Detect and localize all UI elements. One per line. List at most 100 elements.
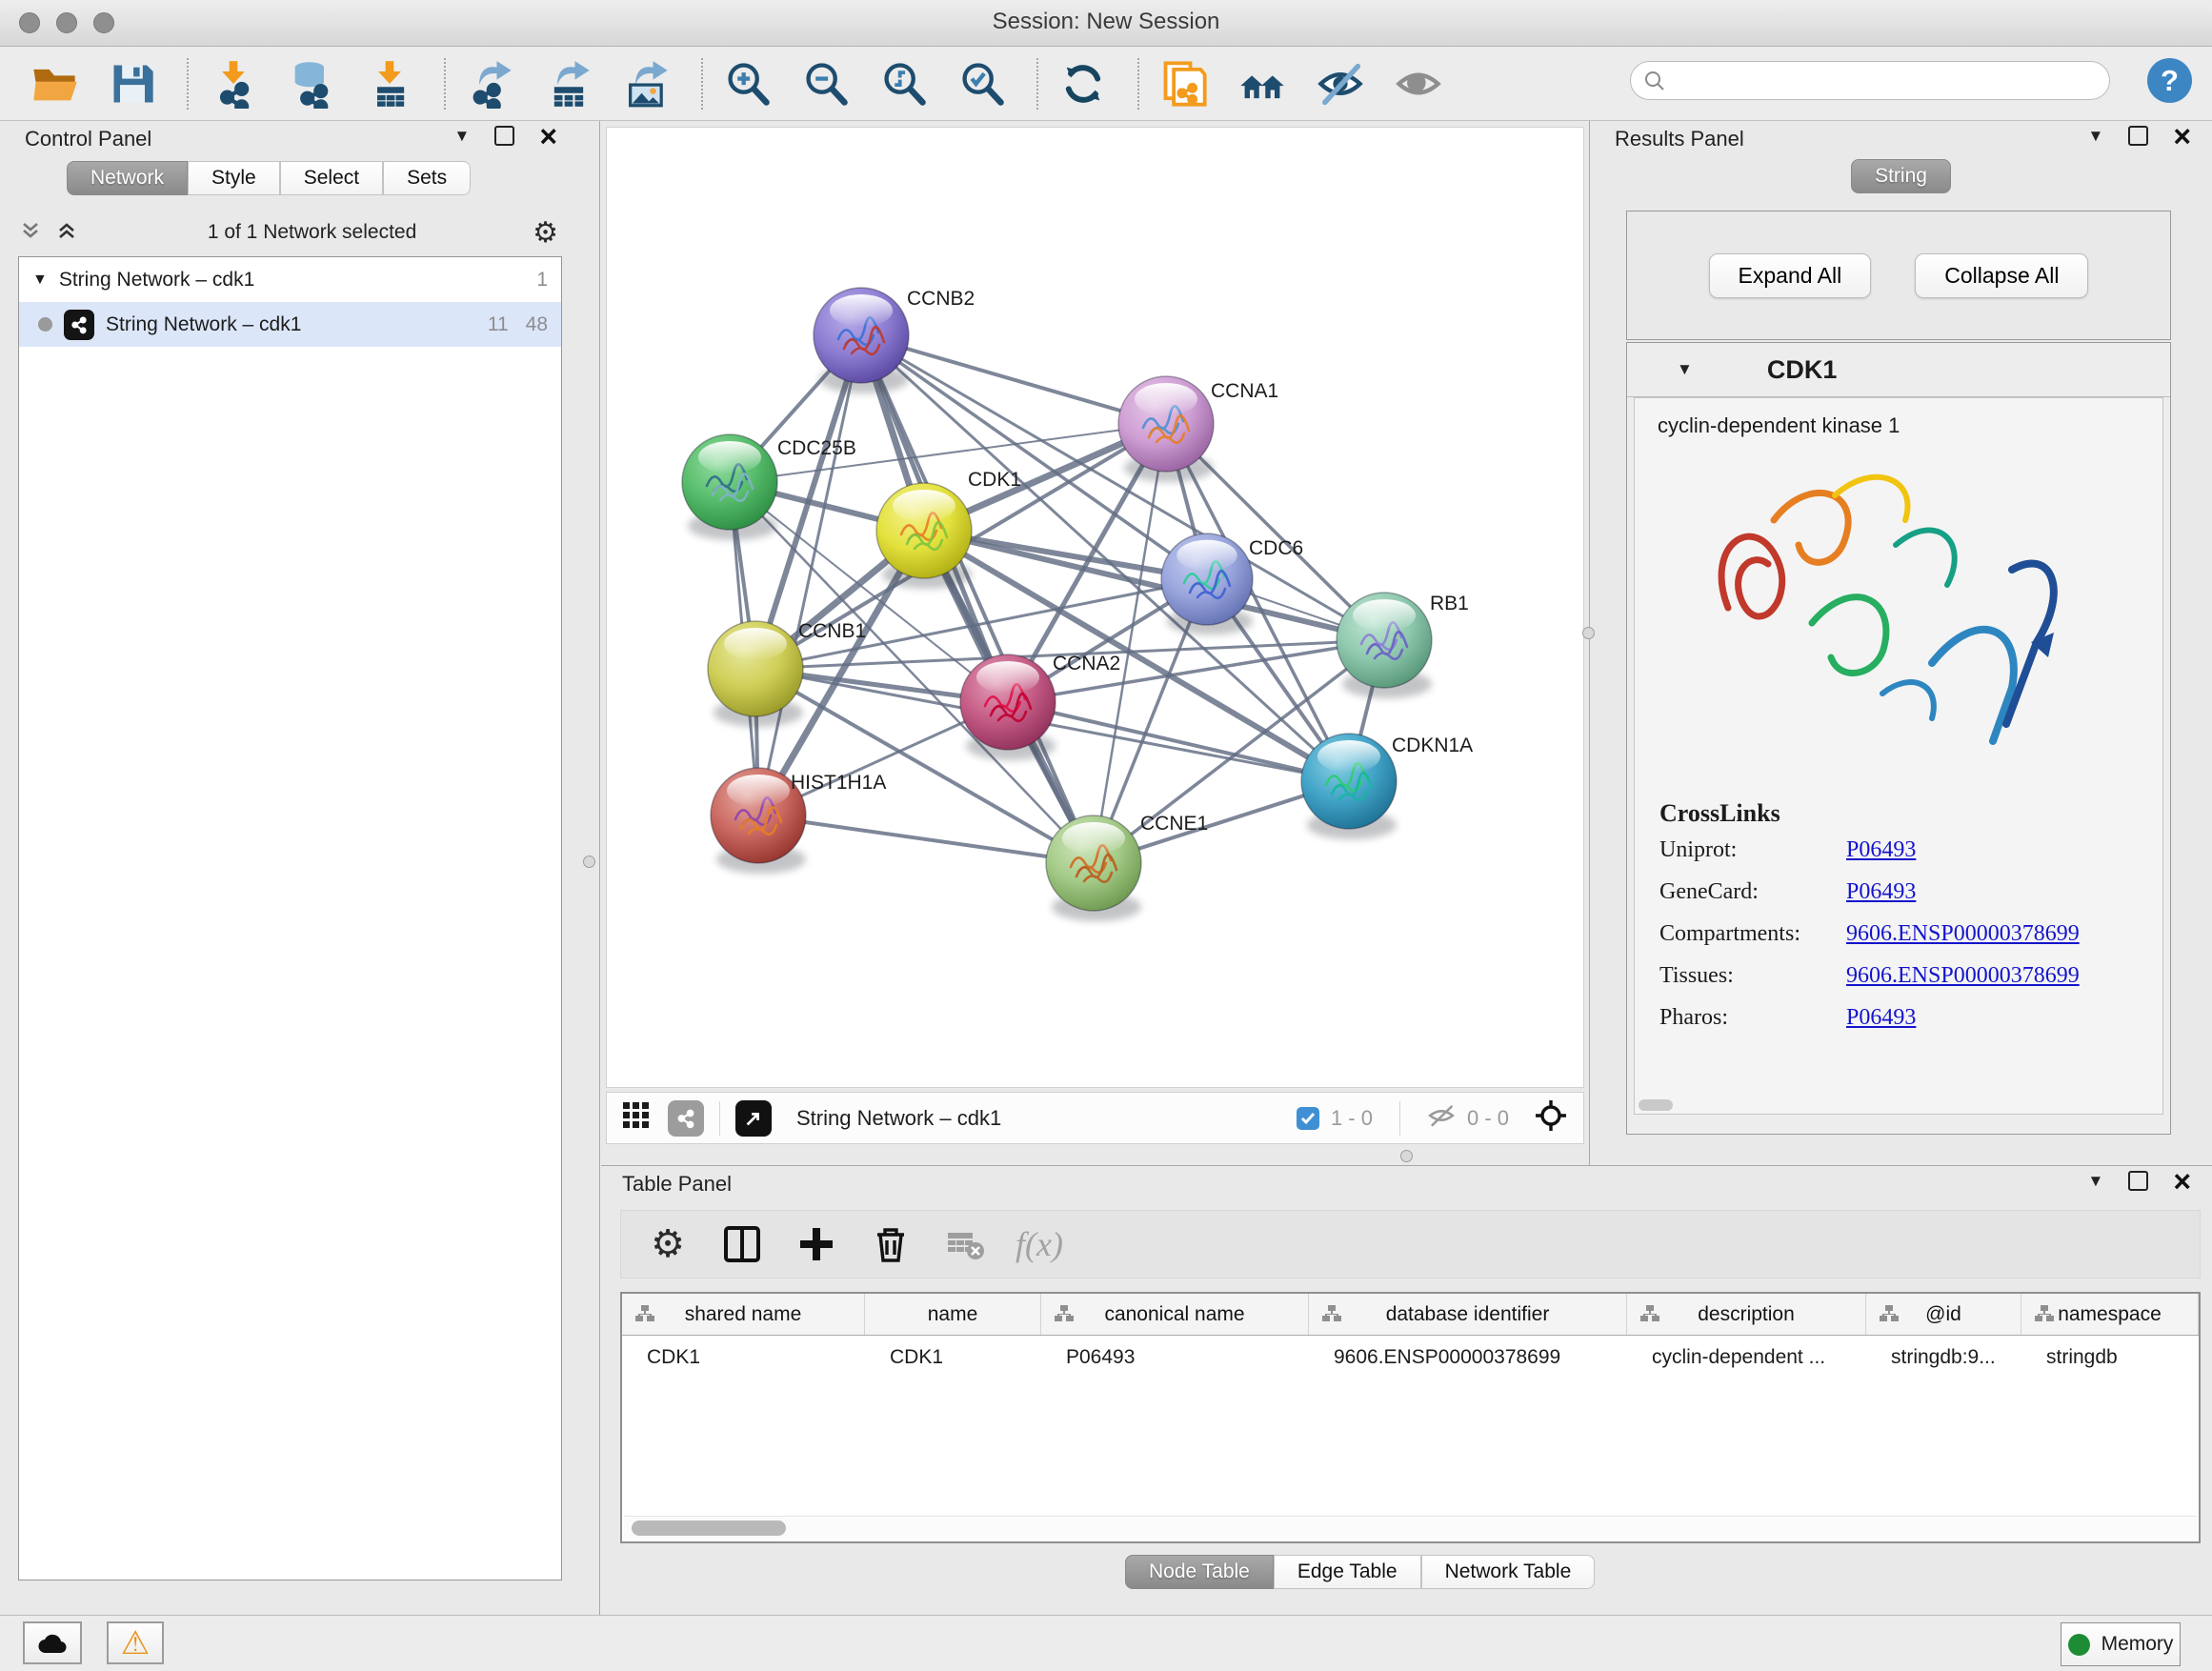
network-edge[interactable] bbox=[1008, 702, 1349, 781]
expand-all-icon[interactable] bbox=[55, 219, 78, 247]
network-edge[interactable] bbox=[758, 335, 861, 815]
scrollbar-thumb[interactable] bbox=[632, 1520, 786, 1536]
float-panel-icon[interactable] bbox=[494, 126, 514, 146]
panel-menu-icon[interactable]: ▼ bbox=[2087, 1172, 2103, 1191]
close-panel-icon[interactable]: × bbox=[2173, 1172, 2191, 1191]
network-node-ccna1[interactable]: CCNA1 bbox=[1118, 376, 1278, 482]
crosslink-link[interactable]: P06493 bbox=[1846, 837, 1916, 863]
float-panel-icon[interactable] bbox=[2128, 126, 2148, 146]
export-image-icon[interactable] bbox=[621, 58, 673, 110]
minimize-window-button[interactable] bbox=[56, 12, 77, 33]
collapse-entry-icon[interactable]: ▼ bbox=[1677, 360, 1693, 379]
search-input[interactable] bbox=[1666, 69, 2109, 92]
detach-view-icon[interactable] bbox=[735, 1100, 772, 1137]
table-row[interactable]: CDK1CDK1P064939606.ENSP00000378699cyclin… bbox=[622, 1336, 2199, 1379]
close-panel-icon[interactable]: × bbox=[2173, 127, 2191, 146]
crosslink-link[interactable]: 9606.ENSP00000378699 bbox=[1846, 963, 2080, 989]
network-row[interactable]: String Network – cdk1 11 48 bbox=[19, 302, 561, 347]
memory-button[interactable]: Memory bbox=[2061, 1622, 2181, 1666]
delete-table-icon[interactable] bbox=[939, 1218, 991, 1270]
zoom-fit-icon[interactable] bbox=[878, 58, 930, 110]
network-canvas[interactable]: CCNB2CCNA1CDC25BCDK1CDC6RB1CCNB1CCNA2CDK… bbox=[606, 127, 1584, 1088]
column-header-shared-name[interactable]: shared name bbox=[622, 1294, 865, 1335]
save-session-icon[interactable] bbox=[107, 58, 158, 110]
tab-node-table[interactable]: Node Table bbox=[1125, 1555, 1274, 1589]
network-edge[interactable] bbox=[758, 815, 1094, 863]
function-builder-icon[interactable]: f(x) bbox=[1014, 1218, 1065, 1270]
first-neighbors-icon[interactable] bbox=[1237, 58, 1288, 110]
hide-selected-icon[interactable] bbox=[1315, 58, 1366, 110]
network-edge[interactable] bbox=[861, 335, 1094, 863]
toolbar-separator bbox=[1036, 58, 1038, 110]
open-session-icon[interactable] bbox=[29, 58, 80, 110]
network-node-hist1h1a[interactable]: HIST1H1A bbox=[711, 768, 886, 874]
tab-select[interactable]: Select bbox=[280, 161, 383, 195]
export-table-icon[interactable] bbox=[543, 58, 594, 110]
import-network-file-icon[interactable] bbox=[208, 58, 259, 110]
zoom-selected-icon[interactable] bbox=[956, 58, 1008, 110]
column-header-namespace[interactable]: namespace bbox=[2021, 1294, 2199, 1335]
network-node-cdc6[interactable]: CDC6 bbox=[1161, 534, 1303, 634]
left-splitter-handle[interactable] bbox=[583, 856, 595, 868]
network-node-cdk1[interactable]: CDK1 bbox=[876, 469, 1021, 589]
network-collection-row[interactable]: ▼ String Network – cdk1 1 bbox=[19, 257, 561, 302]
network-node-cdc25b[interactable]: CDC25B bbox=[682, 434, 856, 540]
table-horizontal-scrollbar[interactable] bbox=[624, 1516, 2197, 1540]
column-header-database-identifier[interactable]: database identifier bbox=[1309, 1294, 1627, 1335]
crosslink-link[interactable]: P06493 bbox=[1846, 879, 1916, 905]
birds-eye-toggle-icon[interactable] bbox=[1534, 1098, 1568, 1137]
network-node-ccnb2[interactable]: CCNB2 bbox=[814, 288, 975, 393]
network-node-ccne1[interactable]: CCNE1 bbox=[1046, 813, 1208, 921]
collapse-all-button[interactable]: Collapse All bbox=[1915, 253, 2088, 298]
expand-all-button[interactable]: Expand All bbox=[1709, 253, 1872, 298]
horizontal-splitter-handle[interactable] bbox=[1400, 1150, 1413, 1162]
tab-string[interactable]: String bbox=[1851, 159, 1951, 193]
add-column-icon[interactable] bbox=[791, 1218, 842, 1270]
zoom-out-icon[interactable] bbox=[800, 58, 852, 110]
tab-sets[interactable]: Sets bbox=[383, 161, 471, 195]
network-share-icon[interactable] bbox=[668, 1100, 704, 1137]
show-columns-icon[interactable] bbox=[716, 1218, 768, 1270]
panel-menu-icon[interactable]: ▼ bbox=[453, 127, 470, 146]
network-node-rb1[interactable]: RB1 bbox=[1337, 593, 1469, 698]
column-header-name[interactable]: name bbox=[865, 1294, 1041, 1335]
network-options-gear-icon[interactable]: ⚙ bbox=[533, 216, 558, 250]
export-network-icon[interactable] bbox=[465, 58, 516, 110]
network-node-cdkn1a[interactable]: CDKN1A bbox=[1301, 734, 1473, 839]
refresh-view-icon[interactable] bbox=[1057, 58, 1109, 110]
float-panel-icon[interactable] bbox=[2128, 1171, 2148, 1191]
panel-menu-icon[interactable]: ▼ bbox=[2087, 127, 2103, 146]
tab-network-table[interactable]: Network Table bbox=[1421, 1555, 1596, 1589]
search-bar[interactable] bbox=[1630, 61, 2110, 100]
selected-checkbox[interactable] bbox=[1297, 1107, 1319, 1130]
column-header-description[interactable]: description bbox=[1627, 1294, 1866, 1335]
column-header-canonical-name[interactable]: canonical name bbox=[1041, 1294, 1309, 1335]
import-network-database-icon[interactable] bbox=[286, 58, 337, 110]
help-button[interactable]: ? bbox=[2147, 58, 2192, 103]
warnings-button[interactable]: ⚠ bbox=[107, 1621, 164, 1664]
crosslink-link[interactable]: P06493 bbox=[1846, 1005, 1916, 1031]
collapse-all-icon[interactable] bbox=[19, 219, 42, 247]
protein-card-scrollbar[interactable] bbox=[1639, 1099, 1673, 1111]
network-edge[interactable] bbox=[924, 531, 1384, 640]
crosslink-link[interactable]: 9606.ENSP00000378699 bbox=[1846, 921, 2080, 947]
grid-view-icon[interactable] bbox=[622, 1101, 651, 1135]
close-panel-icon[interactable]: × bbox=[539, 127, 557, 146]
collection-expander-icon[interactable]: ▼ bbox=[32, 272, 48, 289]
network-node-ccna2[interactable]: CCNA2 bbox=[960, 653, 1120, 760]
close-window-button[interactable] bbox=[19, 12, 40, 33]
right-splitter-handle[interactable] bbox=[1582, 627, 1595, 639]
table-options-gear-icon[interactable]: ⚙ bbox=[642, 1218, 694, 1270]
show-details-eye-icon[interactable] bbox=[1393, 58, 1444, 110]
tab-network[interactable]: Network bbox=[67, 161, 188, 195]
tab-edge-table[interactable]: Edge Table bbox=[1274, 1555, 1421, 1589]
delete-column-icon[interactable] bbox=[865, 1218, 916, 1270]
protein-card-header[interactable]: ▼ CDK1 bbox=[1627, 343, 2170, 397]
zoom-in-icon[interactable] bbox=[722, 58, 774, 110]
copy-style-icon[interactable] bbox=[1158, 58, 1210, 110]
tab-style[interactable]: Style bbox=[188, 161, 280, 195]
cloud-button[interactable] bbox=[23, 1621, 82, 1664]
import-table-file-icon[interactable] bbox=[364, 58, 415, 110]
maximize-window-button[interactable] bbox=[93, 12, 114, 33]
column-header--id[interactable]: @id bbox=[1866, 1294, 2021, 1335]
